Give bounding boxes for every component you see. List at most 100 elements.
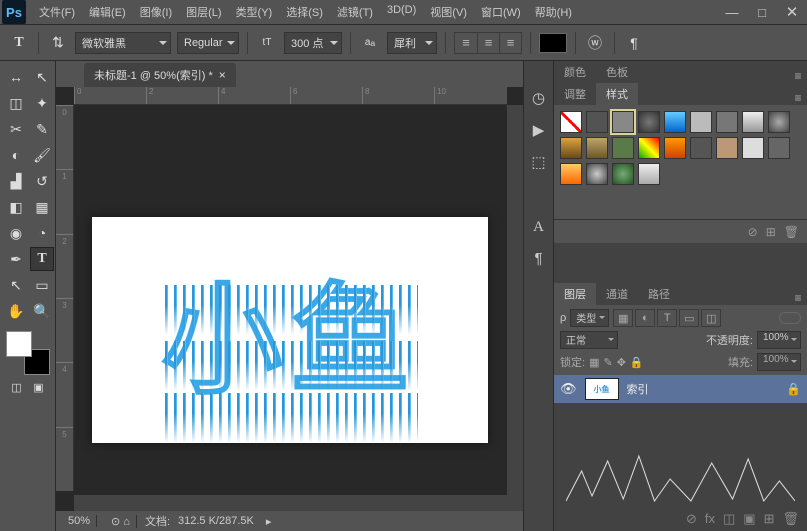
status-icons[interactable]: ⊙ ⌂ [105,515,137,528]
align-center-button[interactable]: ≡ [477,33,499,53]
menu-view[interactable]: 视图(V) [423,0,474,24]
menu-image[interactable]: 图像(I) [133,0,179,24]
menu-layer[interactable]: 图层(L) [179,0,228,24]
style-swatch[interactable] [612,163,634,185]
crop-tool[interactable]: ✂ [4,117,28,141]
opacity-input[interactable]: 100% [757,331,801,349]
paths-tab[interactable]: 路径 [638,283,680,305]
menu-select[interactable]: 选择(S) [279,0,330,24]
filter-adjust-icon[interactable]: ◐ [635,309,655,327]
style-swatch[interactable] [690,137,712,159]
menu-edit[interactable]: 编辑(E) [82,0,133,24]
layer-name[interactable]: 索引 [627,381,649,397]
zoom-level[interactable]: 50% [62,515,97,527]
style-swatch[interactable] [586,137,608,159]
style-swatch[interactable] [586,163,608,185]
eyedropper-tool[interactable]: ✎ [30,117,54,141]
layer-style-icon[interactable]: fx [705,511,715,527]
scrollbar-horizontal[interactable] [74,495,523,511]
style-swatch[interactable] [742,137,764,159]
lock-position-icon[interactable]: ✥ [617,356,626,369]
text-color-chip[interactable] [539,33,567,53]
doc-info-chevron-icon[interactable]: ▸ [266,515,272,528]
style-swatch[interactable] [638,111,660,133]
zoom-tool[interactable]: 🔍 [30,299,54,323]
brush-tool[interactable]: 🖌 [30,143,54,167]
menu-type[interactable]: 类型(Y) [229,0,280,24]
text-orientation-icon[interactable]: ⇅ [47,32,69,54]
adjustments-tab[interactable]: 调整 [554,83,596,105]
scrollbar-vertical[interactable] [507,105,523,495]
character-panel-icon[interactable]: ¶ [623,32,645,54]
lock-transparency-icon[interactable]: ▦ [589,356,599,369]
stamp-tool[interactable]: ▟ [4,169,28,193]
filter-type-icon[interactable]: T [657,309,677,327]
new-layer-icon[interactable]: ⊞ [764,511,775,527]
style-swatch[interactable] [560,163,582,185]
menu-filter[interactable]: 滤镜(T) [330,0,380,24]
antialias-select[interactable]: 犀利 [387,32,437,54]
filter-shape-icon[interactable]: ▭ [679,309,699,327]
style-swatch[interactable] [560,111,582,133]
actions-panel-icon[interactable]: ▶ [533,121,545,139]
window-close[interactable]: ✕ [777,0,807,25]
style-swatch[interactable] [768,111,790,133]
panel-menu-icon2[interactable]: ≡ [789,91,807,105]
layers-tab[interactable]: 图层 [554,283,596,305]
style-trash-icon[interactable]: 🗑 [784,225,799,239]
window-maximize[interactable]: □ [747,0,777,25]
menu-window[interactable]: 窗口(W) [474,0,528,24]
eraser-tool[interactable]: ◧ [4,195,28,219]
style-swatch[interactable] [716,137,738,159]
menu-3d[interactable]: 3D(D) [380,0,423,24]
style-swatch[interactable] [612,137,634,159]
color-swatches[interactable] [6,331,50,375]
style-swatch[interactable] [638,137,660,159]
panel-menu-icon[interactable]: ≡ [789,69,807,83]
style-swatch[interactable] [664,111,686,133]
character-panel-icon2[interactable]: A [533,219,544,236]
align-right-button[interactable]: ≡ [499,33,521,53]
blur-tool[interactable]: ◉ [4,221,28,245]
style-swatch[interactable] [716,111,738,133]
hand-tool[interactable]: ✋ [4,299,28,323]
style-swatch[interactable] [560,137,582,159]
marquee-tool[interactable]: ◫ [4,91,28,115]
layer-row[interactable]: 👁 小鱼 索引 🔒 [554,375,807,403]
shape-tool[interactable]: ▭ [30,273,54,297]
3d-panel-icon[interactable]: ⬚ [531,153,545,171]
style-swatch[interactable] [612,111,634,133]
style-swatch[interactable] [586,111,608,133]
channels-tab[interactable]: 通道 [596,283,638,305]
history-brush-tool[interactable]: ↺ [30,169,54,193]
lock-pixels-icon[interactable]: ✎ [603,356,612,369]
arrow-tool[interactable]: ↖ [30,65,54,89]
font-family-select[interactable]: 微软雅黑 [75,32,171,54]
move-tool[interactable]: ↔ [4,65,28,89]
menu-help[interactable]: 帮助(H) [528,0,579,24]
tab-close-icon[interactable]: × [219,68,226,82]
visibility-icon[interactable]: 👁 [560,381,577,397]
lock-all-icon[interactable]: 🔒 [630,356,644,369]
filter-type-select[interactable]: 类型 [570,309,609,327]
styles-tab[interactable]: 样式 [596,83,638,105]
canvas[interactable]: 小鱼 [92,217,488,443]
align-left-button[interactable]: ≡ [455,33,477,53]
paragraph-panel-icon[interactable]: ¶ [534,250,542,267]
healing-tool[interactable]: ◐ [4,143,28,167]
link-layers-icon[interactable]: ⊘ [686,511,697,527]
document-tab[interactable]: 未标题-1 @ 50%(索引) * × [84,63,236,87]
magic-wand-tool[interactable]: ✦ [30,91,54,115]
screenmode-toggle[interactable]: ▣ [29,379,49,395]
font-style-select[interactable]: Regular [177,32,239,54]
filter-toggle[interactable] [779,312,801,324]
layer-thumbnail[interactable]: 小鱼 [585,378,619,400]
style-new-icon[interactable]: ⊞ [766,225,776,239]
warp-text-icon[interactable]: ⓦ [584,32,606,54]
text-tool-icon[interactable]: T [8,32,30,54]
style-clear-icon[interactable]: ⊘ [748,225,758,239]
style-swatch[interactable] [690,111,712,133]
delete-layer-icon[interactable]: 🗑 [782,511,799,527]
type-tool[interactable]: T [30,247,54,271]
gradient-tool[interactable]: ▦ [30,195,54,219]
